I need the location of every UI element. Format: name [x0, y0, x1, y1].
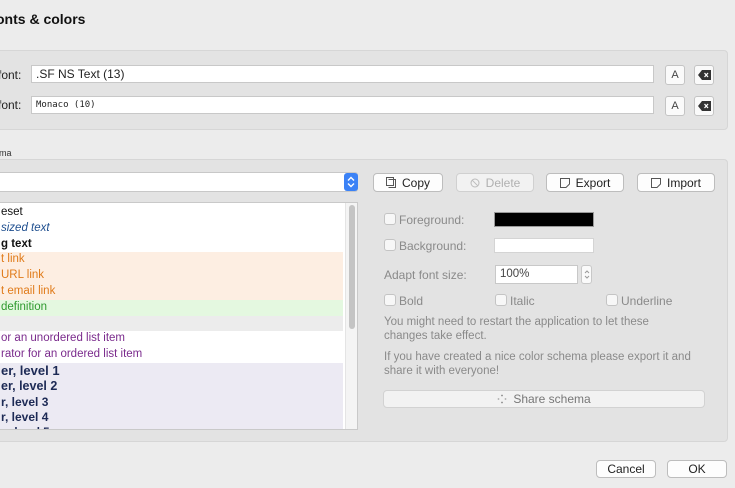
schema-list-item[interactable]: r, level 4: [0, 410, 343, 427]
adapt-font-size-stepper[interactable]: [581, 265, 592, 284]
cancel-label: Cancel: [607, 462, 645, 476]
schema-item-list[interactable]: eset sized text g text t link URL link t emai…: [0, 202, 358, 430]
foreground-checkbox[interactable]: [384, 213, 396, 225]
schema-list-item[interactable]: t link: [0, 252, 343, 269]
schema-list-item[interactable]: [0, 315, 343, 332]
list-scrollbar[interactable]: [345, 203, 357, 429]
select-arrows-icon[interactable]: [344, 173, 358, 191]
import-button[interactable]: Import: [637, 173, 715, 192]
schema-list-item[interactable]: t email link: [0, 283, 343, 300]
delete-key-icon: [697, 70, 711, 80]
underline-label: Underline: [621, 294, 673, 308]
schema-list-item[interactable]: g text: [1, 237, 343, 253]
mono-font-picker-button[interactable]: A: [665, 96, 685, 116]
adapt-font-size-value: 100%: [500, 268, 530, 280]
background-label: Background:: [399, 239, 467, 253]
text-font-picker-button[interactable]: A: [665, 65, 685, 85]
import-label: Import: [666, 175, 701, 190]
background-color-well[interactable]: [494, 238, 594, 253]
delete-key-icon: [697, 101, 711, 111]
mono-font-label: font:: [0, 98, 22, 112]
scrollbar-thumb[interactable]: [349, 205, 355, 329]
schema-list-item[interactable]: eset: [1, 205, 343, 221]
cancel-button[interactable]: Cancel: [596, 460, 656, 478]
restart-note: You might need to restart the applicatio…: [384, 316, 649, 342]
delete-button[interactable]: Delete: [456, 173, 534, 192]
foreground-label: Foreground:: [399, 213, 465, 227]
schema-list-item[interactable]: sized text: [1, 221, 343, 237]
schema-list-item[interactable]: URL link: [0, 268, 343, 284]
bold-label: Bold: [399, 294, 424, 308]
fonts-panel: [0, 50, 728, 130]
share-schema-button[interactable]: Share schema: [383, 390, 705, 408]
mono-font-value: Monaco (10): [36, 100, 96, 110]
schema-list-item[interactable]: or an unordered list item: [1, 331, 343, 347]
italic-label: Italic: [510, 294, 535, 308]
stepper-arrows-icon: [584, 270, 589, 279]
schema-list-item[interactable]: r, level 3: [0, 394, 343, 411]
share-note: If you have created a nice color schema …: [384, 351, 691, 377]
page-title: onts & colors: [0, 11, 86, 27]
import-icon: [650, 177, 661, 188]
adapt-font-size-field[interactable]: 100%: [495, 265, 578, 284]
spinner-icon: [497, 394, 507, 404]
italic-checkbox[interactable]: [495, 294, 507, 306]
delete-label: Delete: [485, 175, 521, 190]
text-font-label: font:: [0, 68, 22, 82]
schema-list-item[interactable]: definition: [0, 299, 343, 316]
mono-font-clear-button[interactable]: [694, 96, 714, 116]
adapt-font-size-label: Adapt font size:: [384, 268, 467, 282]
font-icon: A: [671, 100, 679, 112]
underline-checkbox[interactable]: [606, 294, 618, 306]
schema-list-item[interactable]: n, level 5: [0, 426, 343, 429]
copy-button[interactable]: Copy: [373, 173, 443, 192]
schema-select[interactable]: [0, 172, 358, 192]
copy-icon: [385, 177, 396, 188]
share-schema-label: Share schema: [513, 392, 591, 406]
export-button[interactable]: Export: [546, 173, 624, 192]
text-font-clear-button[interactable]: [694, 65, 714, 85]
text-font-value: .SF NS Text (13): [36, 67, 125, 81]
schema-section-label: ma: [0, 148, 12, 158]
schema-list-item[interactable]: er, level 1: [0, 362, 343, 379]
mono-font-field[interactable]: Monaco (10): [31, 96, 654, 114]
ok-label: OK: [688, 462, 706, 476]
font-icon: A: [671, 69, 679, 81]
schema-list-item[interactable]: rator for an ordered list item: [1, 347, 343, 363]
copy-label: Copy: [401, 175, 430, 190]
text-font-field[interactable]: .SF NS Text (13): [31, 65, 654, 83]
export-icon: [559, 177, 570, 188]
schema-list-item[interactable]: er, level 2: [0, 378, 343, 395]
ok-button[interactable]: OK: [667, 460, 727, 478]
foreground-color-well[interactable]: [494, 212, 594, 227]
prohibit-icon: [470, 178, 480, 187]
bold-checkbox[interactable]: [384, 294, 396, 306]
background-checkbox[interactable]: [384, 239, 396, 251]
export-label: Export: [575, 175, 611, 190]
